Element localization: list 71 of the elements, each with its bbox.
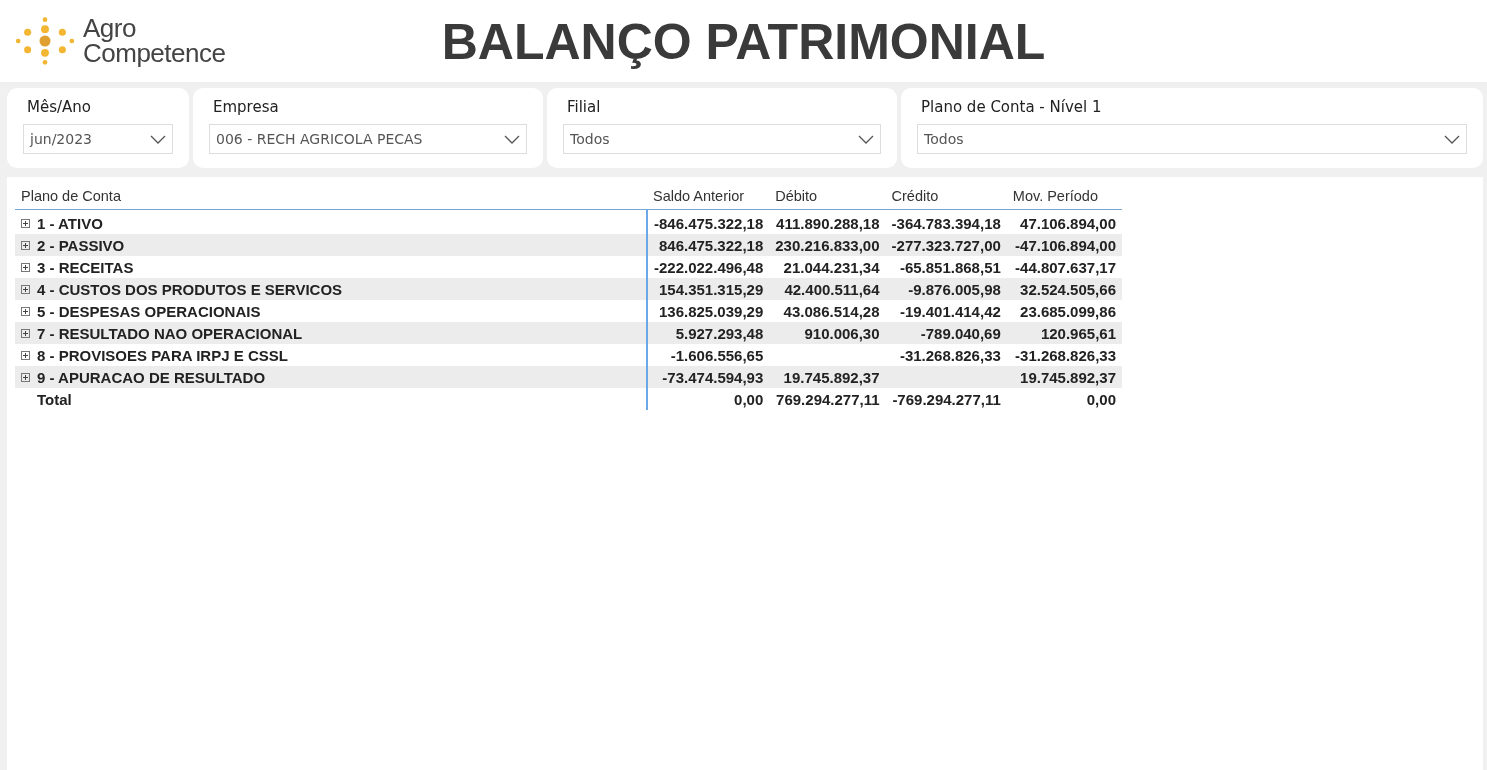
table-cell: -44.807.637,17 xyxy=(1015,258,1116,276)
dropdown[interactable]: jun/2023 xyxy=(23,124,173,154)
row-label: 5 - DESPESAS OPERACIONAIS xyxy=(37,302,261,320)
table-cell: -789.040,69 xyxy=(920,324,1001,342)
table-cell: -31.268.826,33 xyxy=(899,346,1001,364)
table-cell: 0,00 xyxy=(1086,390,1116,408)
expand-icon[interactable] xyxy=(21,350,30,360)
dropdown[interactable]: 006 - RECH AGRICOLA PECAS xyxy=(209,124,527,154)
row-label: 4 - CUSTOS DOS PRODUTOS E SERVICOS xyxy=(37,280,343,298)
table-cell: 42.400.511,64 xyxy=(784,280,880,298)
table-cell: -73.474.594,93 xyxy=(662,368,764,386)
table-cell: 23.685.099,86 xyxy=(1020,302,1116,320)
expand-icon[interactable] xyxy=(21,372,30,382)
table-cell: -65.851.868,51 xyxy=(899,258,1001,276)
filter-label: Plano de Conta - Nível 1 xyxy=(920,98,1103,116)
table-cell: -1.606.556,65 xyxy=(670,346,764,364)
table-cell: -364.783.394,18 xyxy=(891,214,1001,232)
table-cell: -31.268.826,33 xyxy=(1015,346,1116,364)
filter-label: Mês/Ano xyxy=(26,98,92,116)
expand-icon[interactable] xyxy=(21,262,30,272)
table-cell: 136.825.039,29 xyxy=(659,302,764,320)
page-title: BALANÇO PATRIMONIAL xyxy=(441,14,1046,70)
column-header[interactable]: Crédito xyxy=(885,183,1007,210)
table-cell: 769.294.277,11 xyxy=(776,390,880,408)
row-label: 8 - PROVISOES PARA IRPJ E CSSL xyxy=(37,346,288,364)
column-header[interactable]: Débito xyxy=(769,183,886,210)
chevron-down-icon xyxy=(504,134,520,144)
dropdown[interactable]: Todos xyxy=(563,124,881,154)
chevron-down-icon xyxy=(1444,134,1460,144)
table-cell: 19.745.892,37 xyxy=(783,368,880,386)
table-cell: -9.876.005,98 xyxy=(908,280,1001,298)
column-header[interactable]: Plano de Conta xyxy=(15,183,647,210)
chevron-down-icon xyxy=(858,134,874,144)
filter-label: Filial xyxy=(566,98,602,116)
row-label: 7 - RESULTADO NAO OPERACIONAL xyxy=(37,324,303,342)
table-cell: 47.106.894,00 xyxy=(1020,214,1116,232)
expand-icon[interactable] xyxy=(21,328,30,338)
table-cell: 0,00 xyxy=(734,390,764,408)
row-label: 9 - APURACAO DE RESULTADO xyxy=(37,368,266,386)
table-cell: 32.524.505,66 xyxy=(1020,280,1116,298)
column-header[interactable]: Mov. Período xyxy=(1006,183,1122,210)
table-cell: 230.216.833,00 xyxy=(775,236,880,254)
table-cell: 21.044.231,34 xyxy=(783,258,880,276)
table-cell: 19.745.892,37 xyxy=(1020,368,1116,386)
logo-text: Competence xyxy=(83,41,226,66)
row-label: 3 - RECEITAS xyxy=(37,258,134,276)
table-cell: -769.294.277,11 xyxy=(892,390,1001,408)
table-cell: -19.401.414,42 xyxy=(899,302,1001,320)
dropdown[interactable]: Todos xyxy=(917,124,1467,154)
row-label: 1 - ATIVO xyxy=(37,214,103,232)
table-cell: 910.006,30 xyxy=(804,324,880,342)
expand-icon[interactable] xyxy=(21,306,30,316)
table-cell: -846.475.322,18 xyxy=(654,214,764,232)
row-label: Total xyxy=(37,390,72,408)
filter-label: Empresa xyxy=(212,98,280,116)
table-cell: 5.927.293,48 xyxy=(675,324,764,342)
table-cell: 154.351.315,29 xyxy=(659,280,764,298)
expand-icon[interactable] xyxy=(21,284,30,294)
table-cell: 411.890.288,18 xyxy=(776,214,880,232)
logo-text: Agro xyxy=(83,16,137,41)
expand-icon[interactable] xyxy=(21,240,30,250)
table-cell: -47.106.894,00 xyxy=(1015,236,1116,254)
column-header[interactable]: Saldo Anterior xyxy=(647,183,770,210)
table-cell: -277.323.727,00 xyxy=(891,236,1001,254)
expand-icon[interactable] xyxy=(21,218,30,228)
row-label: 2 - PASSIVO xyxy=(37,236,125,254)
table-cell: 43.086.514,28 xyxy=(783,302,880,320)
chevron-down-icon xyxy=(150,134,166,144)
table-cell: 120.965,61 xyxy=(1040,324,1116,342)
table-cell: 846.475.322,18 xyxy=(659,236,764,254)
table-cell: -222.022.496,48 xyxy=(654,258,764,276)
